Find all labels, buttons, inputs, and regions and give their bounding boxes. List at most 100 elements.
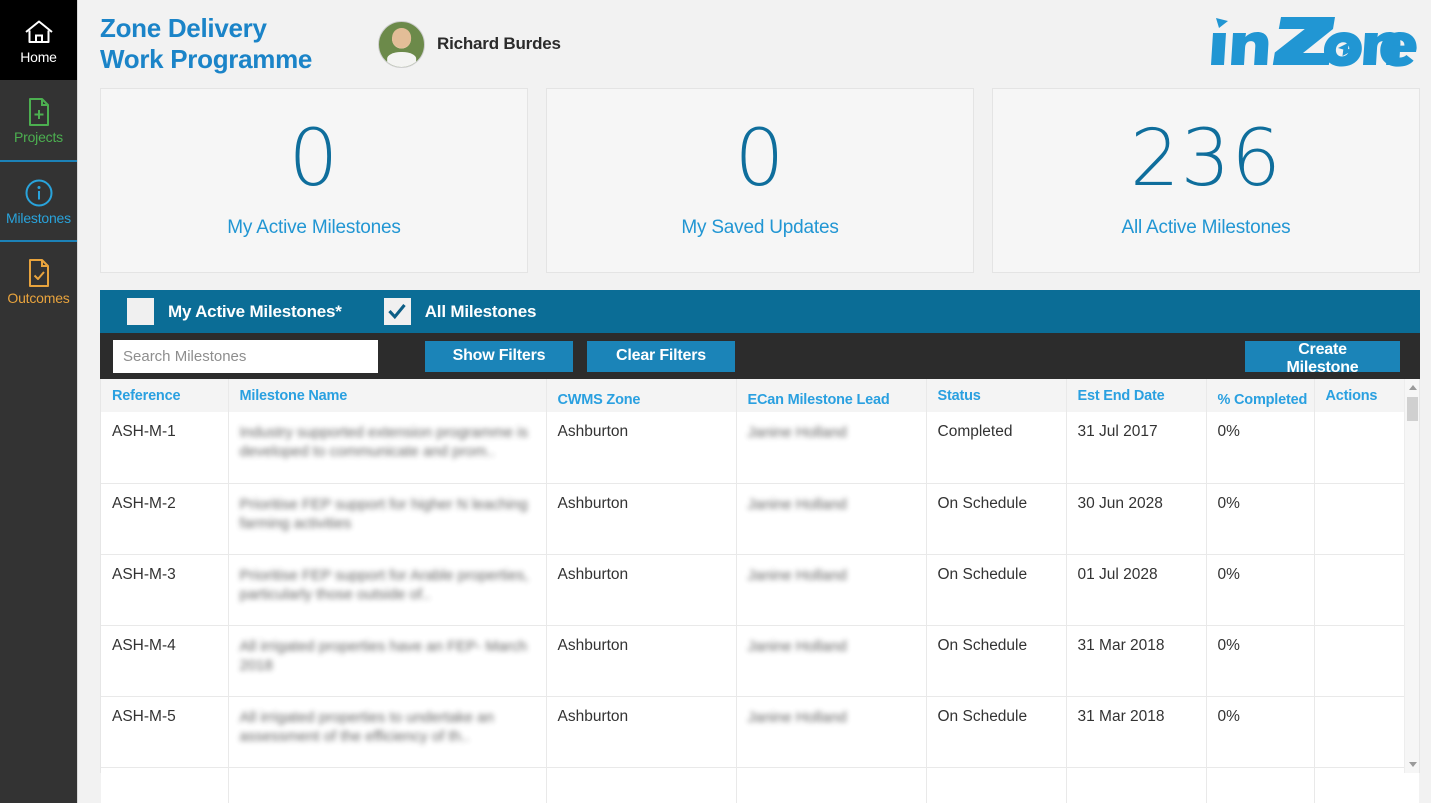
cell-milestone-name: Prioritise FEP support for Arable proper… — [228, 553, 547, 625]
kpi-value-my-active-milestones: 0 — [288, 114, 340, 205]
kpi-label-my-active-milestones: My Active Milestones — [227, 216, 401, 238]
checkbox-label-all-milestones: All Milestones — [424, 301, 537, 321]
cell-reference — [101, 766, 229, 803]
cell-status: On Schedule — [926, 482, 1067, 554]
table-row[interactable] — [101, 766, 1419, 803]
show-filters-button[interactable]: Show Filters — [425, 340, 573, 372]
check-icon — [388, 303, 406, 319]
cell-milestone-name: Industry supported extension programme i… — [228, 412, 547, 483]
cell-ecan-milestone-lead: Janine Holland — [736, 482, 927, 554]
kpi-card-my-active-milestones[interactable]: 0 My Active Milestones — [100, 88, 528, 273]
column-header-cwms-zone[interactable]: CWMS Zone — [546, 379, 737, 412]
cell-percent-completed: 0% — [1206, 624, 1315, 696]
cell-percent-completed: 0% — [1206, 482, 1315, 554]
sidebar-item-label-milestones: Milestones — [6, 209, 71, 226]
cell-ecan-milestone-lead — [736, 766, 927, 803]
user-name: Richard Burdes — [437, 34, 561, 53]
application-root: Home Projects Milestones Outcomes Zone D… — [0, 0, 1431, 803]
sidebar-item-outcomes[interactable]: Outcomes — [0, 240, 77, 320]
table-row[interactable]: ASH-M-3 Prioritise FEP support for Arabl… — [101, 553, 1419, 625]
checkbox-box-all-milestones[interactable] — [383, 298, 411, 325]
checkbox-all-milestones[interactable]: All Milestones — [383, 298, 537, 325]
filter-toolbar-actions: Show Filters Clear Filters Create Milest… — [100, 333, 1420, 379]
cell-cwms-zone — [546, 766, 737, 803]
page-title-line1: Zone Delivery — [100, 13, 267, 44]
cell-milestone-name: All irrigated properties have an FEP- Ma… — [228, 624, 547, 696]
cell-est-end-date: 31 Jul 2017 — [1066, 412, 1207, 483]
sidebar-item-milestones[interactable]: Milestones — [0, 160, 77, 240]
scrollbar-thumb[interactable] — [1407, 397, 1418, 421]
kpi-card-all-active-milestones[interactable]: 236 All Active Milestones — [992, 88, 1420, 273]
cell-est-end-date: 31 Mar 2018 — [1066, 695, 1207, 767]
milestones-panel: My Active Milestones* All Milestones Sho… — [100, 290, 1420, 803]
cell-est-end-date: 01 Jul 2028 — [1066, 553, 1207, 625]
column-header-est-end-date[interactable]: Est End Date — [1066, 379, 1207, 412]
kpi-card-my-saved-updates[interactable]: 0 My Saved Updates — [546, 88, 974, 273]
info-icon — [24, 178, 54, 208]
table-row[interactable]: ASH-M-4 All irrigated properties have an… — [101, 624, 1419, 696]
cell-cwms-zone: Ashburton — [546, 695, 737, 767]
table-header: Reference Milestone Name CWMS Zone ECan … — [101, 379, 1419, 412]
file-check-icon — [24, 258, 54, 288]
sidebar-item-label-projects: Projects — [14, 128, 63, 145]
page-header: Zone Delivery Work Programme Richard Bur… — [78, 0, 1431, 88]
search-input[interactable] — [113, 339, 378, 373]
home-icon — [24, 17, 54, 47]
kpi-label-my-saved-updates: My Saved Updates — [681, 216, 839, 238]
table-row[interactable]: ASH-M-1 Industry supported extension pro… — [101, 412, 1419, 483]
cell-cwms-zone: Ashburton — [546, 624, 737, 696]
cell-percent-completed: 0% — [1206, 412, 1315, 483]
table-row[interactable]: ASH-M-2 Prioritise FEP support for highe… — [101, 482, 1419, 554]
checkbox-box-my-active[interactable] — [127, 298, 154, 325]
cell-status — [926, 766, 1067, 803]
cell-ecan-milestone-lead: Janine Holland — [736, 624, 927, 696]
cell-cwms-zone: Ashburton — [546, 412, 737, 483]
milestones-table-container: Reference Milestone Name CWMS Zone ECan … — [100, 379, 1420, 803]
table-row[interactable]: ASH-M-5 All irrigated properties to unde… — [101, 695, 1419, 767]
cell-milestone-name: Prioritise FEP support for higher N leac… — [228, 482, 547, 554]
cell-percent-completed: 0% — [1206, 553, 1315, 625]
cell-reference: ASH-M-4 — [101, 624, 229, 696]
column-header-milestone-name[interactable]: Milestone Name — [228, 379, 547, 412]
cell-ecan-milestone-lead: Janine Holland — [736, 412, 927, 483]
cell-reference: ASH-M-2 — [101, 482, 229, 554]
scroll-up-arrow-icon[interactable] — [1409, 385, 1417, 390]
create-milestone-button[interactable]: Create Milestone — [1245, 340, 1400, 376]
kpi-label-all-active-milestones: All Active Milestones — [1121, 216, 1291, 238]
user-block[interactable]: Richard Burdes — [378, 20, 561, 68]
kpi-value-all-active-milestones: 236 — [1130, 114, 1282, 205]
cell-cwms-zone: Ashburton — [546, 553, 737, 625]
checkbox-my-active-milestones[interactable]: My Active Milestones* — [127, 298, 342, 325]
cell-reference: ASH-M-1 — [101, 412, 229, 483]
page-title-line2: Work Programme — [100, 44, 313, 74]
cell-reference: ASH-M-5 — [101, 695, 229, 767]
avatar — [378, 20, 425, 68]
cell-status: On Schedule — [926, 553, 1067, 625]
sidebar-item-home[interactable]: Home — [0, 0, 77, 80]
sidebar-item-projects[interactable]: Projects — [0, 80, 77, 160]
cell-milestone-name: All irrigated properties to undertake an… — [228, 695, 547, 767]
column-header-ecan-milestone-lead[interactable]: ECan Milestone Lead — [736, 379, 927, 412]
table-body: ASH-M-1 Industry supported extension pro… — [101, 412, 1419, 803]
cell-reference: ASH-M-3 — [101, 553, 229, 625]
column-header-percent-completed[interactable]: % Completed — [1206, 379, 1315, 412]
cell-est-end-date — [1066, 766, 1207, 803]
clear-filters-button[interactable]: Clear Filters — [587, 340, 735, 372]
cell-cwms-zone: Ashburton — [546, 482, 737, 554]
sidebar-item-label-outcomes: Outcomes — [7, 289, 70, 306]
table-vertical-scrollbar[interactable] — [1404, 379, 1419, 773]
column-header-status[interactable]: Status — [926, 379, 1067, 412]
table-header-row: Reference Milestone Name CWMS Zone ECan … — [101, 379, 1419, 412]
column-header-reference[interactable]: Reference — [101, 379, 229, 412]
cell-milestone-name — [228, 766, 547, 803]
kpi-value-my-saved-updates: 0 — [734, 114, 786, 205]
sidebar-item-label-home: Home — [20, 48, 57, 65]
checkbox-label-my-active: My Active Milestones* — [168, 301, 342, 321]
file-plus-icon — [24, 97, 54, 127]
cell-percent-completed: 0% — [1206, 695, 1315, 767]
scroll-down-arrow-icon[interactable] — [1409, 762, 1417, 767]
sidebar: Home Projects Milestones Outcomes — [0, 0, 78, 803]
cell-ecan-milestone-lead: Janine Holland — [736, 695, 927, 767]
cell-ecan-milestone-lead: Janine Holland — [736, 553, 927, 625]
inzone-logo — [1205, 11, 1417, 73]
